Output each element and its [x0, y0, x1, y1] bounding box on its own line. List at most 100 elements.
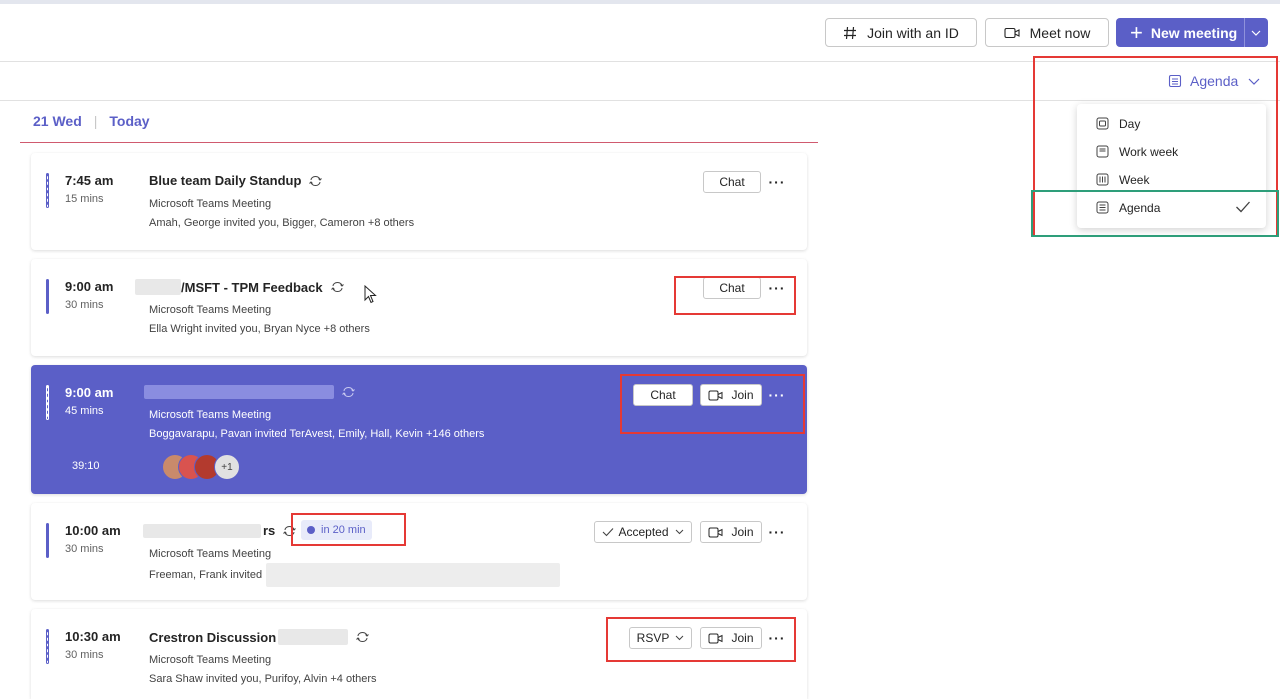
accepted-status-stripe [46, 279, 49, 314]
accepted-label: Accepted [618, 525, 669, 539]
meeting-attendees: Freeman, Frank invited [149, 569, 263, 581]
meeting-title-text: /MSFT - TPM Feedback [181, 279, 323, 295]
meeting-title-text: Crestron Discussion [149, 629, 277, 645]
tentative-status-stripe [46, 385, 49, 420]
chevron-down-icon[interactable] [1244, 18, 1268, 47]
view-option-work-week[interactable]: Work week [1077, 139, 1266, 165]
meeting-type: Microsoft Teams Meeting [149, 304, 272, 316]
video-icon [708, 527, 723, 538]
redacted-text [144, 385, 334, 399]
accepted-status-stripe [46, 523, 49, 558]
meeting-time: 9:00 am [65, 385, 114, 400]
video-icon [1004, 27, 1020, 39]
chat-label: Chat [719, 175, 745, 189]
meet-now-label: Meet now [1029, 24, 1091, 41]
mouse-cursor-icon [364, 284, 377, 307]
chat-label: Chat [719, 281, 745, 295]
meeting-duration: 45 mins [65, 405, 104, 417]
meeting-attendees: Ella Wright invited you, Bryan Nyce +8 o… [149, 323, 370, 335]
view-option-label: Day [1119, 117, 1141, 131]
meeting-attendees: Boggavarapu, Pavan invited TerAvest, Emi… [149, 428, 485, 440]
meeting-title: Crestron Discussion [149, 629, 370, 645]
meeting-type: Microsoft Teams Meeting [149, 198, 272, 210]
join-label: Join [731, 631, 754, 645]
meeting-card[interactable]: 7:45 am 15 mins Blue team Daily Standup … [31, 153, 807, 250]
meeting-card[interactable]: 10:00 am 30 mins rs in 20 min Microsoft … [31, 503, 807, 600]
join-button[interactable]: Join [700, 384, 762, 406]
meeting-duration: 15 mins [65, 193, 104, 205]
meeting-duration: 30 mins [65, 649, 104, 661]
more-options-icon[interactable]: ··· [766, 521, 788, 543]
rsvp-button[interactable]: RSVP [629, 627, 692, 649]
meeting-title: Blue team Daily Standup [149, 173, 323, 188]
rsvp-label: RSVP [636, 631, 670, 645]
view-option-label: Agenda [1119, 201, 1161, 215]
join-label: Join [731, 388, 754, 402]
join-label: Join [731, 525, 754, 539]
view-dropdown-menu: Day Work week Week Agenda [1077, 104, 1266, 228]
redacted-text [278, 629, 349, 645]
meeting-card-active[interactable]: 9:00 am 45 mins Microsoft Teams Meeting … [31, 365, 807, 494]
meeting-attendees-row: Freeman, Frank invited [149, 563, 561, 587]
clock-icon [307, 526, 315, 534]
more-options-icon[interactable]: ··· [766, 627, 788, 649]
view-option-label: Week [1119, 173, 1150, 187]
date-separator: | [93, 113, 98, 129]
meet-now-button[interactable]: Meet now [985, 18, 1109, 47]
meeting-time: 7:45 am [65, 173, 114, 188]
tentative-status-stripe [46, 173, 49, 208]
meeting-card[interactable]: 9:00 am 30 mins /MSFT - TPM Feedback Mic… [31, 259, 807, 356]
elapsed-timer: 39:10 [72, 460, 100, 472]
chevron-down-icon [675, 529, 684, 535]
meeting-time: 10:30 am [65, 629, 121, 644]
checkmark-icon [602, 527, 614, 537]
video-icon [708, 633, 723, 644]
new-meeting-label: New meeting [1150, 24, 1238, 41]
header-divider [0, 61, 1280, 62]
meeting-duration: 30 mins [65, 543, 104, 555]
more-options-icon[interactable]: ··· [766, 277, 788, 299]
toolbar-divider [0, 100, 1280, 101]
recurring-icon [330, 281, 344, 293]
meeting-title: /MSFT - TPM Feedback [135, 279, 344, 295]
chat-button[interactable]: Chat [703, 277, 761, 299]
agenda-view-icon [1168, 74, 1182, 88]
redacted-text [266, 563, 561, 587]
work-week-view-icon [1096, 145, 1109, 158]
recurring-icon [342, 386, 355, 398]
recurring-icon [283, 525, 297, 537]
tentative-status-stripe [46, 629, 49, 664]
hash-icon [843, 26, 857, 40]
chat-button[interactable]: Chat [633, 384, 693, 406]
meeting-attendees: Sara Shaw invited you, Purifoy, Alvin +4… [149, 673, 377, 685]
join-with-id-label: Join with an ID [867, 24, 959, 41]
view-selector-label: Agenda [1190, 73, 1239, 89]
join-button[interactable]: Join [700, 627, 762, 649]
agenda-view-icon [1096, 201, 1109, 214]
view-option-agenda[interactable]: Agenda [1077, 195, 1266, 221]
meeting-title [144, 385, 355, 399]
meeting-duration: 30 mins [65, 299, 104, 311]
more-options-icon[interactable]: ··· [766, 171, 788, 193]
view-option-day[interactable]: Day [1077, 111, 1266, 137]
chevron-down-icon [1248, 78, 1260, 85]
week-view-icon [1096, 173, 1109, 186]
recurring-icon [356, 631, 370, 643]
view-selector[interactable]: Agenda [1168, 71, 1260, 91]
recurring-icon [309, 175, 323, 187]
checkmark-icon [1235, 200, 1251, 217]
date-header: 21 Wed | Today [33, 113, 150, 129]
new-meeting-button[interactable]: + New meeting [1116, 18, 1268, 47]
view-option-week[interactable]: Week [1077, 167, 1266, 193]
accepted-response-button[interactable]: Accepted [594, 521, 692, 543]
more-participants-badge[interactable]: +1 [214, 454, 240, 480]
meeting-type: Microsoft Teams Meeting [149, 654, 272, 666]
redacted-text [143, 523, 261, 538]
join-with-id-button[interactable]: Join with an ID [825, 18, 977, 47]
meeting-card[interactable]: 10:30 am 30 mins Crestron Discussion Mic… [31, 609, 807, 699]
meeting-type: Microsoft Teams Meeting [149, 548, 272, 560]
chat-button[interactable]: Chat [703, 171, 761, 193]
meeting-time: 10:00 am [65, 523, 121, 538]
join-button[interactable]: Join [700, 521, 762, 543]
more-options-icon[interactable]: ··· [766, 384, 788, 406]
